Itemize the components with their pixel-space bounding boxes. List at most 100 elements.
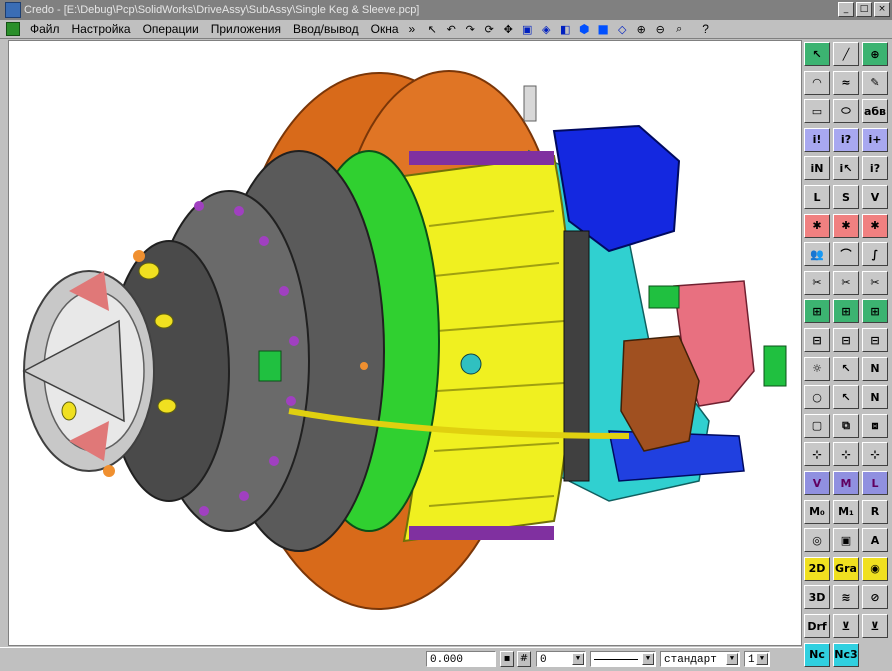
document-icon[interactable] <box>6 22 20 36</box>
tool-button-m1[interactable]: M₁ <box>833 499 859 524</box>
tool-button-axis2[interactable]: ⊹ <box>833 442 859 467</box>
tool-button-info-k[interactable]: i↖ <box>833 156 859 181</box>
chevron-down-icon[interactable]: ▼ <box>642 653 654 665</box>
tool-button-info-q[interactable]: i? <box>862 156 888 181</box>
help-button[interactable]: ? <box>702 22 709 36</box>
tool-button-cut1[interactable]: ✂ <box>804 270 830 295</box>
redo-icon[interactable]: ↷ <box>461 21 479 37</box>
save-icon[interactable]: ▪ <box>500 651 514 667</box>
tool-button-arc[interactable]: ◠ <box>804 70 830 95</box>
undo-icon[interactable]: ↶ <box>442 21 460 37</box>
tool-button-tool3[interactable]: ⊻ <box>862 614 888 638</box>
style-select[interactable]: стандарт ▼ <box>660 651 740 667</box>
tool-button-op3[interactable]: ⊟ <box>862 328 888 352</box>
tool-button-l[interactable]: L <box>862 471 888 495</box>
menu-windows[interactable]: Окна <box>365 22 405 36</box>
rotate-icon[interactable]: ⟳ <box>480 21 498 37</box>
close-button[interactable]: × <box>874 2 890 17</box>
tool-button-text[interactable]: абв <box>862 99 888 124</box>
model-viewport[interactable] <box>8 40 802 646</box>
chevron-down-icon[interactable]: ▼ <box>726 653 738 665</box>
tool-button-line[interactable]: ╱ <box>833 42 859 66</box>
tool-button-curve1[interactable]: ⌒ <box>833 242 859 267</box>
tool-button-3d[interactable]: 3D <box>804 585 830 610</box>
layer-select[interactable]: 0 ▼ <box>536 651 586 667</box>
tool-button-cut3[interactable]: ✂ <box>862 270 888 295</box>
front-view-icon[interactable]: ◧ <box>556 21 574 37</box>
tool-button-circle-hatch[interactable]: ⊘ <box>862 585 888 610</box>
tool-button-tree1[interactable]: ✱ <box>804 213 830 238</box>
menu-io[interactable]: Ввод/вывод <box>287 22 365 36</box>
tool-button-v[interactable]: V <box>804 471 830 495</box>
tool-button-view1[interactable]: ▢ <box>804 413 830 438</box>
tool-button-bulb[interactable]: ○ <box>804 385 830 410</box>
chevron-down-icon[interactable]: ▼ <box>572 653 584 665</box>
zoom-window-icon[interactable]: ⌕ <box>670 21 688 37</box>
tool-button-ellipse[interactable]: ⬭ <box>833 99 859 124</box>
tool-button-gen2[interactable]: ⊞ <box>833 299 859 324</box>
tool-button-curve2[interactable]: ∫ <box>862 242 888 267</box>
tool-button-arrow2[interactable]: ↖ <box>833 385 859 410</box>
tool-button-arrow1[interactable]: ↖ <box>833 356 859 381</box>
zoom-out-icon[interactable]: ⊖ <box>651 21 669 37</box>
tool-button-info3[interactable]: i+ <box>862 127 888 152</box>
tool-button-gen3[interactable]: ⊞ <box>862 299 888 324</box>
tool-button-tree3[interactable]: ✱ <box>862 213 888 238</box>
tool-button-n2[interactable]: N <box>862 385 888 410</box>
tool-button-mass-s[interactable]: S <box>833 185 859 209</box>
tool-button-layers[interactable]: ≋ <box>833 585 859 610</box>
tool-button-axis3[interactable]: ⊹ <box>862 442 888 467</box>
tool-button-drf[interactable]: Drf <box>804 614 830 638</box>
chevron-down-icon[interactable]: ▼ <box>756 653 768 665</box>
iso-view-icon[interactable]: ◈ <box>537 21 555 37</box>
tool-button-circle-target[interactable]: ⊕ <box>862 42 888 66</box>
minimize-button[interactable]: _ <box>838 2 854 17</box>
tool-button-rect[interactable]: ▭ <box>804 99 830 124</box>
menu-applications[interactable]: Приложения <box>205 22 287 36</box>
tool-button-select[interactable]: ↖ <box>804 42 830 66</box>
tool-button-spline[interactable]: ≈ <box>833 70 859 95</box>
menu-settings[interactable]: Настройка <box>66 22 137 36</box>
tool-button-view2[interactable]: ⧉ <box>833 413 859 438</box>
tool-button-m0[interactable]: M₀ <box>804 499 830 524</box>
tool-button-2d[interactable]: 2D <box>804 556 830 581</box>
menu-operations[interactable]: Операции <box>137 22 205 36</box>
tool-button-nc3[interactable]: Nc3 <box>833 642 859 667</box>
tool-button-op1[interactable]: ⊟ <box>804 328 830 352</box>
tool-button-gen1[interactable]: ⊞ <box>804 299 830 324</box>
tool-button-n1[interactable]: N <box>862 356 888 381</box>
tool-button-tool2[interactable]: ⊻ <box>833 614 859 638</box>
scale-select[interactable]: 1 ▼ <box>744 651 770 667</box>
tool-button-tree2[interactable]: ✱ <box>833 213 859 238</box>
tool-button-info1[interactable]: i! <box>804 127 830 152</box>
shaded-icon[interactable]: ■ <box>594 21 612 37</box>
menu-overflow-chevron[interactable]: » <box>409 22 416 36</box>
grid-icon[interactable]: # <box>517 651 531 667</box>
tool-button-box[interactable]: ▣ <box>833 528 859 553</box>
tool-button-nc[interactable]: Nc <box>804 642 830 667</box>
pan-icon[interactable]: ✥ <box>499 21 517 37</box>
tool-button-a[interactable]: A <box>862 528 888 553</box>
tool-button-cut2[interactable]: ✂ <box>833 270 859 295</box>
tool-button-lips[interactable]: ◉ <box>862 556 888 581</box>
pointer-icon[interactable]: ↖ <box>423 21 441 37</box>
view-cube-icon[interactable]: ▣ <box>518 21 536 37</box>
tool-button-mass-l[interactable]: L <box>804 185 830 209</box>
tool-button-gra[interactable]: Gra <box>833 556 859 581</box>
tool-button-m[interactable]: M <box>833 471 859 495</box>
tool-button-light1[interactable]: ☼ <box>804 356 830 381</box>
tool-button-op2[interactable]: ⊟ <box>833 328 859 352</box>
wireframe-icon[interactable]: ◇ <box>613 21 631 37</box>
linetype-select[interactable]: ▼ <box>590 651 656 667</box>
tool-button-info2[interactable]: i? <box>833 127 859 152</box>
tool-button-info-n[interactable]: iN <box>804 156 830 181</box>
tool-button-mass-v[interactable]: V <box>862 185 888 209</box>
tool-button-sphere[interactable]: ◎ <box>804 528 830 553</box>
zoom-in-icon[interactable]: ⊕ <box>632 21 650 37</box>
tool-button-pen[interactable]: ✎ <box>862 70 888 95</box>
tool-button-people[interactable]: 👥 <box>804 242 830 267</box>
top-view-icon[interactable]: ⬢ <box>575 21 593 37</box>
menu-file[interactable]: Файл <box>24 22 66 36</box>
tool-button-axis1[interactable]: ⊹ <box>804 442 830 467</box>
tool-button-r[interactable]: R <box>862 499 888 524</box>
